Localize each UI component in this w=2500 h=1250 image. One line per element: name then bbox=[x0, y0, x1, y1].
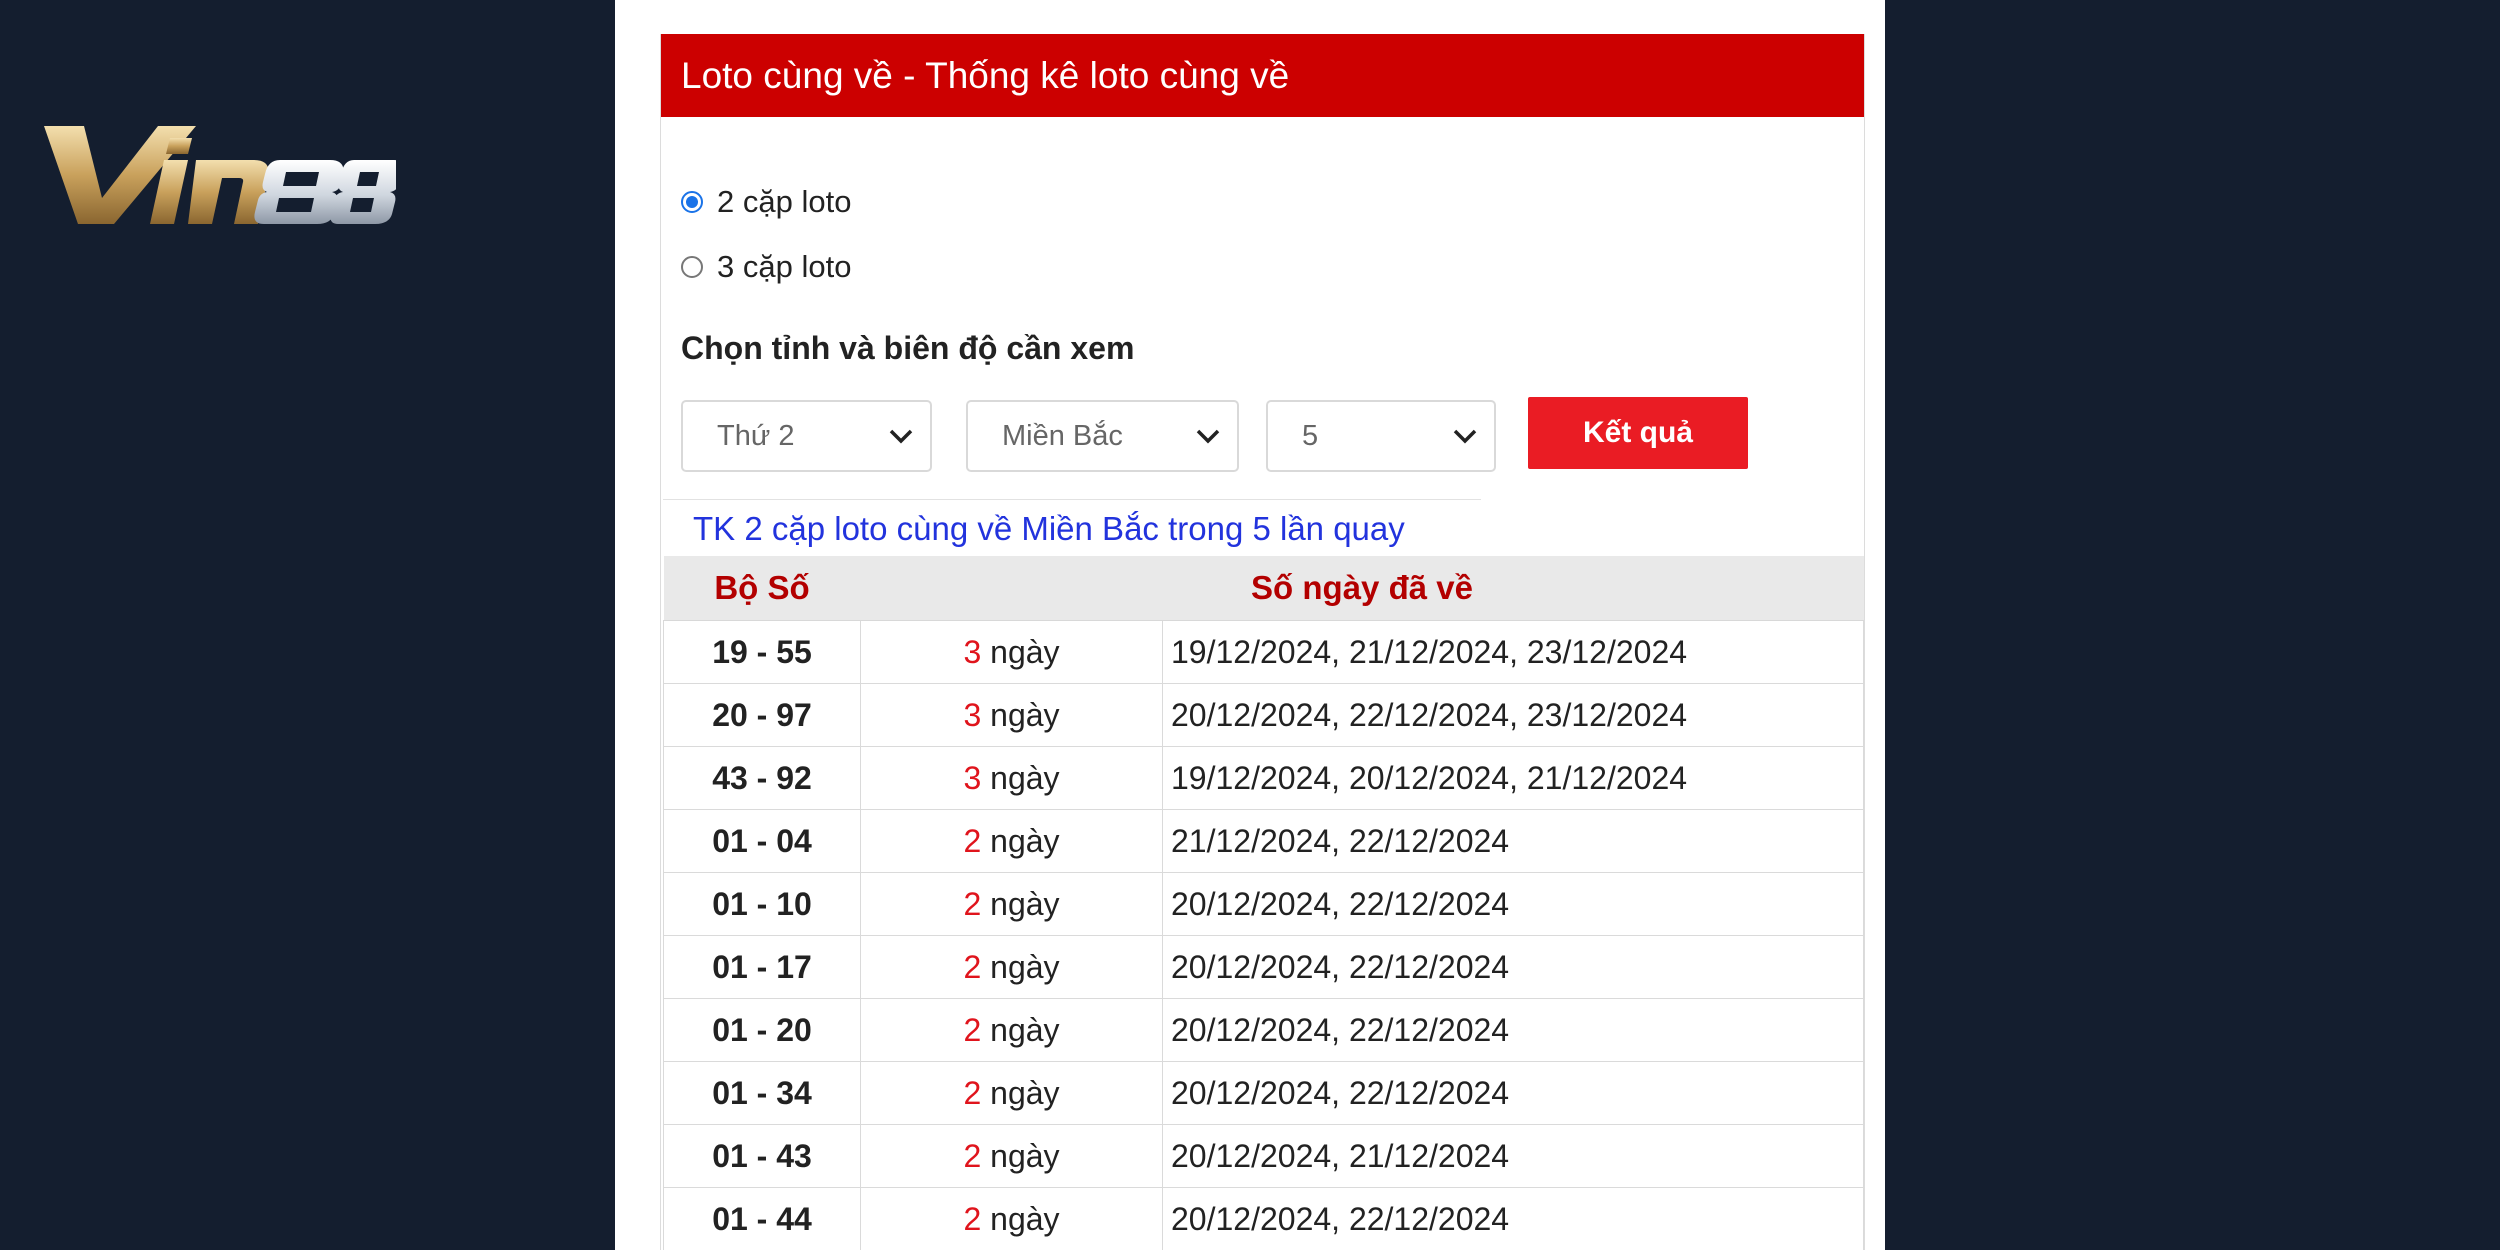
dates-cell: 20/12/2024, 22/12/2024 bbox=[1161, 998, 1865, 1062]
range-select-value: 5 bbox=[1302, 420, 1319, 452]
vin88-logo[interactable] bbox=[36, 120, 396, 230]
loto-statistics-widget: Loto cùng về - Thống kê loto cùng về 2 c… bbox=[660, 34, 1865, 1250]
radio-button-checked[interactable] bbox=[681, 191, 703, 213]
column-header-days: Số ngày đã về bbox=[860, 556, 1864, 621]
table-header-row: Bộ Số Số ngày đã về bbox=[663, 556, 1864, 621]
day-count-number: 2 bbox=[963, 1200, 982, 1237]
column-header-pair: Bộ Số bbox=[663, 556, 861, 621]
day-count-cell: 2 ngày bbox=[860, 1061, 1163, 1125]
pair-cell: 01 - 20 bbox=[663, 998, 861, 1062]
dates-cell: 20/12/2024, 22/12/2024 bbox=[1161, 1187, 1865, 1250]
day-count-number: 2 bbox=[963, 1137, 982, 1174]
content-panel: Loto cùng về - Thống kê loto cùng về 2 c… bbox=[615, 0, 1885, 1250]
radio-3-pairs[interactable]: 3 cặp loto bbox=[681, 249, 851, 285]
page-background: Loto cùng về - Thống kê loto cùng về 2 c… bbox=[0, 0, 2500, 1250]
day-count-unit: ngày bbox=[990, 1011, 1060, 1048]
table-row: 01 - 10 2 ngày 20/12/2024, 22/12/2024 bbox=[663, 872, 1865, 936]
day-count-number: 2 bbox=[963, 822, 982, 859]
dates-cell: 20/12/2024, 22/12/2024 bbox=[1161, 1061, 1865, 1125]
day-count-unit: ngày bbox=[990, 1137, 1060, 1174]
table-body: 19 - 55 3 ngày 19/12/2024, 21/12/2024, 23/… bbox=[663, 620, 1865, 1250]
day-count-cell: 3 ngày bbox=[860, 683, 1163, 747]
day-count-cell: 2 ngày bbox=[860, 998, 1163, 1062]
table-row: 01 - 44 2 ngày 20/12/2024, 22/12/2024 bbox=[663, 1187, 1865, 1250]
table-row: 43 - 92 3 ngày 19/12/2024, 20/12/2024, 21/… bbox=[663, 746, 1865, 810]
region-select-value: Miền Bắc bbox=[1002, 420, 1123, 452]
pair-cell: 01 - 17 bbox=[663, 935, 861, 999]
day-count-number: 3 bbox=[963, 759, 982, 796]
radio-3-pairs-label: 3 cặp loto bbox=[717, 249, 852, 284]
pair-cell: 01 - 43 bbox=[663, 1124, 861, 1188]
pair-cell: 01 - 10 bbox=[663, 872, 861, 936]
day-count-cell: 3 ngày bbox=[860, 620, 1163, 684]
radio-button-unchecked[interactable] bbox=[681, 256, 703, 278]
vin88-logo-graphic bbox=[44, 126, 396, 224]
day-count-unit: ngày bbox=[990, 1200, 1060, 1237]
pair-cell: 43 - 92 bbox=[663, 746, 861, 810]
day-select[interactable]: Thứ 2 bbox=[681, 400, 932, 472]
chevron-down-icon bbox=[888, 402, 914, 470]
day-count-number: 2 bbox=[963, 885, 982, 922]
day-count-unit: ngày bbox=[990, 885, 1060, 922]
dates-cell: 19/12/2024, 21/12/2024, 23/12/2024 bbox=[1161, 620, 1865, 684]
table-row: 01 - 04 2 ngày 21/12/2024, 22/12/2024 bbox=[663, 809, 1865, 873]
table-row: 01 - 20 2 ngày 20/12/2024, 22/12/2024 bbox=[663, 998, 1865, 1062]
pair-cell: 20 - 97 bbox=[663, 683, 861, 747]
day-count-number: 2 bbox=[963, 948, 982, 985]
day-count-number: 3 bbox=[963, 633, 982, 670]
day-count-unit: ngày bbox=[990, 633, 1060, 670]
table-row: 20 - 97 3 ngày 20/12/2024, 22/12/2024, 23/… bbox=[663, 683, 1865, 747]
loto-pairs-table: Bộ Số Số ngày đã về 19 - 55 3 ngày 19/12/2… bbox=[663, 556, 1865, 1250]
dates-cell: 21/12/2024, 22/12/2024 bbox=[1161, 809, 1865, 873]
chevron-down-icon bbox=[1195, 402, 1221, 470]
filter-section-label: Chọn tỉnh và biên độ cần xem bbox=[681, 330, 1135, 366]
day-count-number: 2 bbox=[963, 1074, 982, 1111]
day-count-unit: ngày bbox=[990, 759, 1060, 796]
pair-cell: 01 - 34 bbox=[663, 1061, 861, 1125]
day-count-cell: 2 ngày bbox=[860, 872, 1163, 936]
day-count-cell: 2 ngày bbox=[860, 1124, 1163, 1188]
dates-cell: 19/12/2024, 20/12/2024, 21/12/2024 bbox=[1161, 746, 1865, 810]
pair-cell: 19 - 55 bbox=[663, 620, 861, 684]
radio-2-pairs[interactable]: 2 cặp loto bbox=[681, 184, 851, 220]
day-count-unit: ngày bbox=[990, 822, 1060, 859]
result-title: TK 2 cặp loto cùng về Miền Bắc trong 5 l… bbox=[663, 499, 1481, 557]
day-count-unit: ngày bbox=[990, 948, 1060, 985]
dates-cell: 20/12/2024, 22/12/2024 bbox=[1161, 935, 1865, 999]
range-select[interactable]: 5 bbox=[1266, 400, 1496, 472]
dates-cell: 20/12/2024, 22/12/2024 bbox=[1161, 872, 1865, 936]
day-count-cell: 2 ngày bbox=[860, 1187, 1163, 1250]
pair-cell: 01 - 44 bbox=[663, 1187, 861, 1250]
day-count-cell: 3 ngày bbox=[860, 746, 1163, 810]
chevron-down-icon bbox=[1452, 402, 1478, 470]
day-count-number: 2 bbox=[963, 1011, 982, 1048]
day-count-unit: ngày bbox=[990, 696, 1060, 733]
table-row: 01 - 43 2 ngày 20/12/2024, 21/12/2024 bbox=[663, 1124, 1865, 1188]
table-row: 19 - 55 3 ngày 19/12/2024, 21/12/2024, 23/… bbox=[663, 620, 1865, 684]
table-row: 01 - 17 2 ngày 20/12/2024, 22/12/2024 bbox=[663, 935, 1865, 999]
table-row: 01 - 34 2 ngày 20/12/2024, 22/12/2024 bbox=[663, 1061, 1865, 1125]
day-select-value: Thứ 2 bbox=[717, 420, 795, 452]
region-select[interactable]: Miền Bắc bbox=[966, 400, 1239, 472]
day-count-cell: 2 ngày bbox=[860, 935, 1163, 999]
pair-cell: 01 - 04 bbox=[663, 809, 861, 873]
dates-cell: 20/12/2024, 22/12/2024, 23/12/2024 bbox=[1161, 683, 1865, 747]
radio-2-pairs-label: 2 cặp loto bbox=[717, 184, 852, 219]
day-count-cell: 2 ngày bbox=[860, 809, 1163, 873]
day-count-unit: ngày bbox=[990, 1074, 1060, 1111]
result-button[interactable]: Kết quả bbox=[1528, 397, 1748, 469]
dates-cell: 20/12/2024, 21/12/2024 bbox=[1161, 1124, 1865, 1188]
widget-title: Loto cùng về - Thống kê loto cùng về bbox=[661, 34, 1864, 117]
day-count-number: 3 bbox=[963, 696, 982, 733]
